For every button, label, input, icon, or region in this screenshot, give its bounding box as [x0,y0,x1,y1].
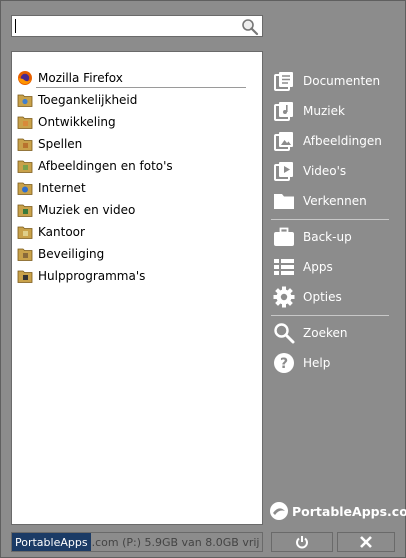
status-app-name: PortableApps [12,533,91,551]
menu-label: Apps [303,260,333,274]
app-item-label: Mozilla Firefox [38,71,123,85]
portableapps-menu-window: Mozilla Firefox Toegankelijkheid Ontwikk… [0,0,406,558]
menu-label: Documenten [303,74,381,88]
search-input[interactable] [11,15,263,37]
gear-icon [273,286,295,308]
folder-icon [17,248,33,261]
power-button[interactable] [271,532,333,552]
folder-icon [17,160,33,173]
app-item-label: Ontwikkeling [38,115,116,129]
app-item-ontwikkeling[interactable]: Ontwikkeling [17,112,116,132]
app-item-internet[interactable]: Internet [17,178,86,198]
divider [36,87,246,88]
menu-label: Help [303,356,331,370]
menu-label: Zoeken [303,326,348,340]
folder-icon [17,270,33,283]
pictures-icon [274,132,293,151]
drive-status-bar: PortableApps .com (P:) 5.9GB van 8.0GB v… [11,532,263,552]
menu-videos[interactable]: Video's [273,159,346,183]
folder-icon [17,226,33,239]
menu-label: Verkennen [303,194,367,208]
menu-search[interactable]: Zoeken [273,321,347,345]
app-item-label: Toegankelijkheid [38,93,138,107]
documents-icon [274,72,293,91]
menu-divider [271,315,389,316]
briefcase-icon [274,227,294,246]
power-icon [296,536,308,549]
svg-text:?: ? [280,356,288,372]
app-item-label: Spellen [38,137,83,151]
folder-icon [17,204,33,217]
menu-label: Afbeeldingen [303,134,382,148]
menu-pictures[interactable]: Afbeeldingen [273,129,382,153]
menu-label: Back-up [303,230,352,244]
folder-icon [17,182,33,195]
app-list: Mozilla Firefox Toegankelijkheid Ontwikk… [11,51,263,525]
menu-documents[interactable]: Documenten [273,69,380,93]
app-item-hulpprogrammas[interactable]: Hulpprogramma's [17,266,145,286]
app-item-label: Kantoor [38,225,85,239]
close-button[interactable] [337,532,395,552]
status-drive-info: .com (P:) 5.9GB van 8.0GB vrij [91,535,260,549]
menu-divider [271,219,389,220]
menu-explore[interactable]: Verkennen [273,189,367,213]
app-item-muziek-en-video[interactable]: Muziek en video [17,200,135,220]
portableapps-brand[interactable]: PortableApps.com [269,501,406,521]
brand-label: PortableApps.com [292,503,406,519]
menu-apps[interactable]: Apps [273,255,333,279]
menu-label: Opties [303,290,342,304]
folder-icon [274,194,294,209]
menu-backup[interactable]: Back-up [273,225,352,249]
app-item-beveiliging[interactable]: Beveiliging [17,244,104,264]
menu-options[interactable]: Opties [273,285,342,309]
portableapps-logo-icon [270,502,288,520]
menu-help[interactable]: ? Help [273,351,330,375]
apps-list-icon [274,259,294,275]
app-item-afbeeldingen[interactable]: Afbeeldingen en foto's [17,156,173,176]
app-item-kantoor[interactable]: Kantoor [17,222,85,242]
folder-icon [17,94,33,107]
text-caret [15,19,16,33]
app-item-spellen[interactable]: Spellen [17,134,82,154]
folder-icon [17,138,33,151]
search-icon[interactable] [241,18,259,36]
help-icon: ? [274,353,294,373]
menu-music[interactable]: Muziek [273,99,345,123]
app-item-label: Beveiliging [38,247,105,261]
search-icon [274,323,295,344]
menu-label: Video's [303,164,347,178]
app-item-label: Afbeeldingen en foto's [38,159,173,173]
videos-icon [274,162,293,181]
music-icon [274,102,293,121]
app-item-label: Internet [38,181,86,195]
app-item-label: Hulpprogramma's [38,269,146,283]
app-item-firefox[interactable]: Mozilla Firefox [17,68,123,88]
firefox-icon [18,71,32,85]
folder-icon [17,116,33,129]
menu-label: Muziek [303,104,345,118]
app-item-label: Muziek en video [38,203,136,217]
app-item-toegankelijkheid[interactable]: Toegankelijkheid [17,90,137,110]
close-icon [360,536,372,548]
